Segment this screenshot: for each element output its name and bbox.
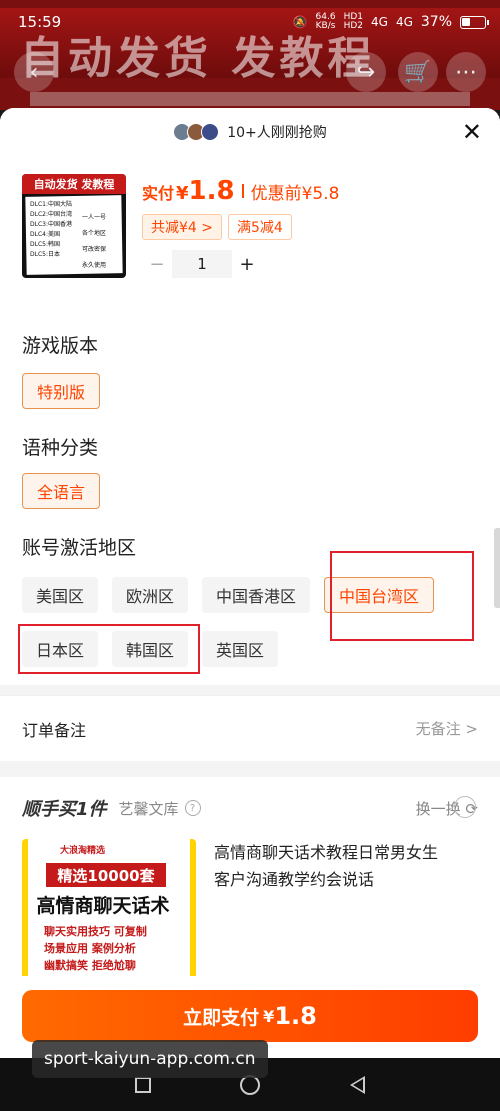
pay-label: 立即支付 <box>183 1006 260 1029</box>
option-region-hk[interactable]: 中国香港区 <box>202 577 311 613</box>
add-on-image-banner: 精选10000套 <box>46 863 166 887</box>
promo-row: 共减¥4 > 满5减4 <box>142 214 339 240</box>
battery-percent: 37% <box>420 14 452 30</box>
purchase-sheet: 10+人刚刚抢购 ✕ 自动发货 发教程 DLC1:中国大陆 DLC2:中国台湾 … <box>0 108 500 1058</box>
add-on-image-lines: 聊天实用技巧 可复制 场景应用 案例分析 幽默搞笑 拒绝尬聊 <box>44 925 147 972</box>
order-remark-row[interactable]: 订单备注 无备注 > <box>0 695 500 761</box>
price-label: 实付 <box>142 184 175 203</box>
order-remark-value: 无备注 > <box>415 720 478 738</box>
buyers-text: 10+人刚刚抢购 <box>227 125 327 141</box>
buyer-avatars <box>173 123 220 141</box>
price-value: 1.8 <box>188 176 235 206</box>
price-symbol: ¥ <box>176 183 189 204</box>
pay-button[interactable]: 立即支付 ¥ 1.8 <box>22 990 478 1042</box>
quantity-plus-button[interactable]: + <box>232 250 262 278</box>
thumbnail-feature-list: 一人一号 各个地区 可改密保 永久使用 <box>82 214 107 269</box>
language-section: 语种分类 全语言 <box>0 427 500 527</box>
option-region-jp[interactable]: 日本区 <box>22 631 99 667</box>
add-on-shop: 艺馨文库 <box>118 799 179 818</box>
share-icon[interactable]: ↪ <box>346 52 386 92</box>
net-speed: 64.6 KB/s <box>315 12 336 31</box>
avatar <box>201 123 220 141</box>
option-special-edition[interactable]: 特别版 <box>22 373 101 409</box>
region-options: 美国区 欧洲区 中国香港区 中国台湾区 日本区 韩国区 英国区 <box>22 577 478 685</box>
close-icon[interactable]: ✕ <box>462 118 482 146</box>
discount-badge[interactable]: 共减¥4 > <box>142 214 222 240</box>
background-strip <box>30 92 470 106</box>
option-region-us[interactable]: 美国区 <box>22 577 99 613</box>
add-on-description: 高情商聊天话术教程日常男女生客户沟通教学约会说话 <box>214 843 439 889</box>
cart-icon[interactable]: 🛒 <box>398 52 438 92</box>
add-on-image-tag: 大浪淘精选 <box>60 846 106 856</box>
quantity-value[interactable]: 1 <box>172 250 232 278</box>
back-icon[interactable]: ‹ <box>14 52 54 92</box>
version-section: 游戏版本 特别版 <box>0 331 500 427</box>
add-on-title: 顺手买1件 <box>22 799 107 820</box>
thumbnail-dlc-list: DLC1:中国大陆 DLC2:中国台湾 DLC3:中国香港 DLC4:美国 DL… <box>30 201 72 258</box>
status-icons: 🔕 64.6 KB/s HD1 HD2 4G 4G 37% <box>292 12 489 31</box>
price-block: 实付 ¥ 1.8 优惠前¥5.8 共减¥4 > 满5减4 − 1 + <box>142 174 339 331</box>
option-all-languages[interactable]: 全语言 <box>22 473 101 509</box>
add-on-header: 顺手买1件 艺馨文库 ? 换一换 ⟳ <box>22 777 478 839</box>
option-region-eu[interactable]: 欧洲区 <box>112 577 189 613</box>
region-title: 账号激活地区 <box>22 537 137 559</box>
back-nav-icon[interactable] <box>350 1075 366 1094</box>
option-region-kr[interactable]: 韩国区 <box>112 631 189 667</box>
language-options: 全语言 <box>22 473 478 527</box>
signal-1: 4G <box>371 15 388 29</box>
product-summary: 自动发货 发教程 DLC1:中国大陆 DLC2:中国台湾 DLC3:中国香港 D… <box>0 156 500 331</box>
side-handle[interactable] <box>494 528 500 608</box>
status-time: 15:59 <box>18 13 62 31</box>
sheet-header: 10+人刚刚抢购 ✕ <box>0 108 500 156</box>
mute-icon: 🔕 <box>292 15 308 29</box>
add-on-image-title: 高情商聊天话术 <box>36 895 170 917</box>
help-icon[interactable]: ? <box>184 800 201 816</box>
price-divider <box>241 184 244 198</box>
signal-2: 4G <box>395 15 413 29</box>
add-on-item[interactable]: 大浪淘精选 精选10000套 高情商聊天话术 聊天实用技巧 可复制 场景应用 案… <box>22 839 478 989</box>
watermark: sport-kaiyun-app.com.cn <box>32 1040 268 1078</box>
status-bar: 15:59 🔕 64.6 KB/s HD1 HD2 4G 4G 37% <box>0 0 500 44</box>
pay-symbol: ¥ <box>263 1006 275 1026</box>
thumbnail-title: 自动发货 发教程 <box>22 174 126 194</box>
version-title: 游戏版本 <box>22 335 99 357</box>
coupon-badge: 满5减4 <box>228 214 292 240</box>
language-title: 语种分类 <box>22 437 99 459</box>
version-options: 特别版 <box>22 373 478 427</box>
price-line: 实付 ¥ 1.8 优惠前¥5.8 <box>142 176 339 206</box>
option-region-uk[interactable]: 英国区 <box>202 631 279 667</box>
quantity-minus-button[interactable]: − <box>142 250 172 278</box>
hd-badge: HD1 HD2 <box>343 12 363 31</box>
product-thumbnail[interactable]: 自动发货 发教程 DLC1:中国大陆 DLC2:中国台湾 DLC3:中国香港 D… <box>22 174 126 278</box>
recent-apps-icon[interactable] <box>134 1076 151 1093</box>
order-remark-label: 订单备注 <box>22 720 87 740</box>
add-on-select-radio[interactable] <box>454 796 476 818</box>
section-gap <box>0 761 500 777</box>
option-region-tw[interactable]: 中国台湾区 <box>324 577 435 613</box>
original-price: 优惠前¥5.8 <box>250 184 340 204</box>
battery-icon <box>460 15 489 29</box>
quantity-stepper: − 1 + <box>142 250 339 278</box>
add-on-image[interactable]: 大浪淘精选 精选10000套 高情商聊天话术 聊天实用技巧 可复制 场景应用 案… <box>22 839 196 989</box>
more-icon[interactable]: ⋯ <box>446 52 486 92</box>
region-section: 账号激活地区 美国区 欧洲区 中国香港区 中国台湾区 日本区 韩国区 英国区 <box>0 527 500 685</box>
pay-value: 1.8 <box>274 1002 317 1030</box>
